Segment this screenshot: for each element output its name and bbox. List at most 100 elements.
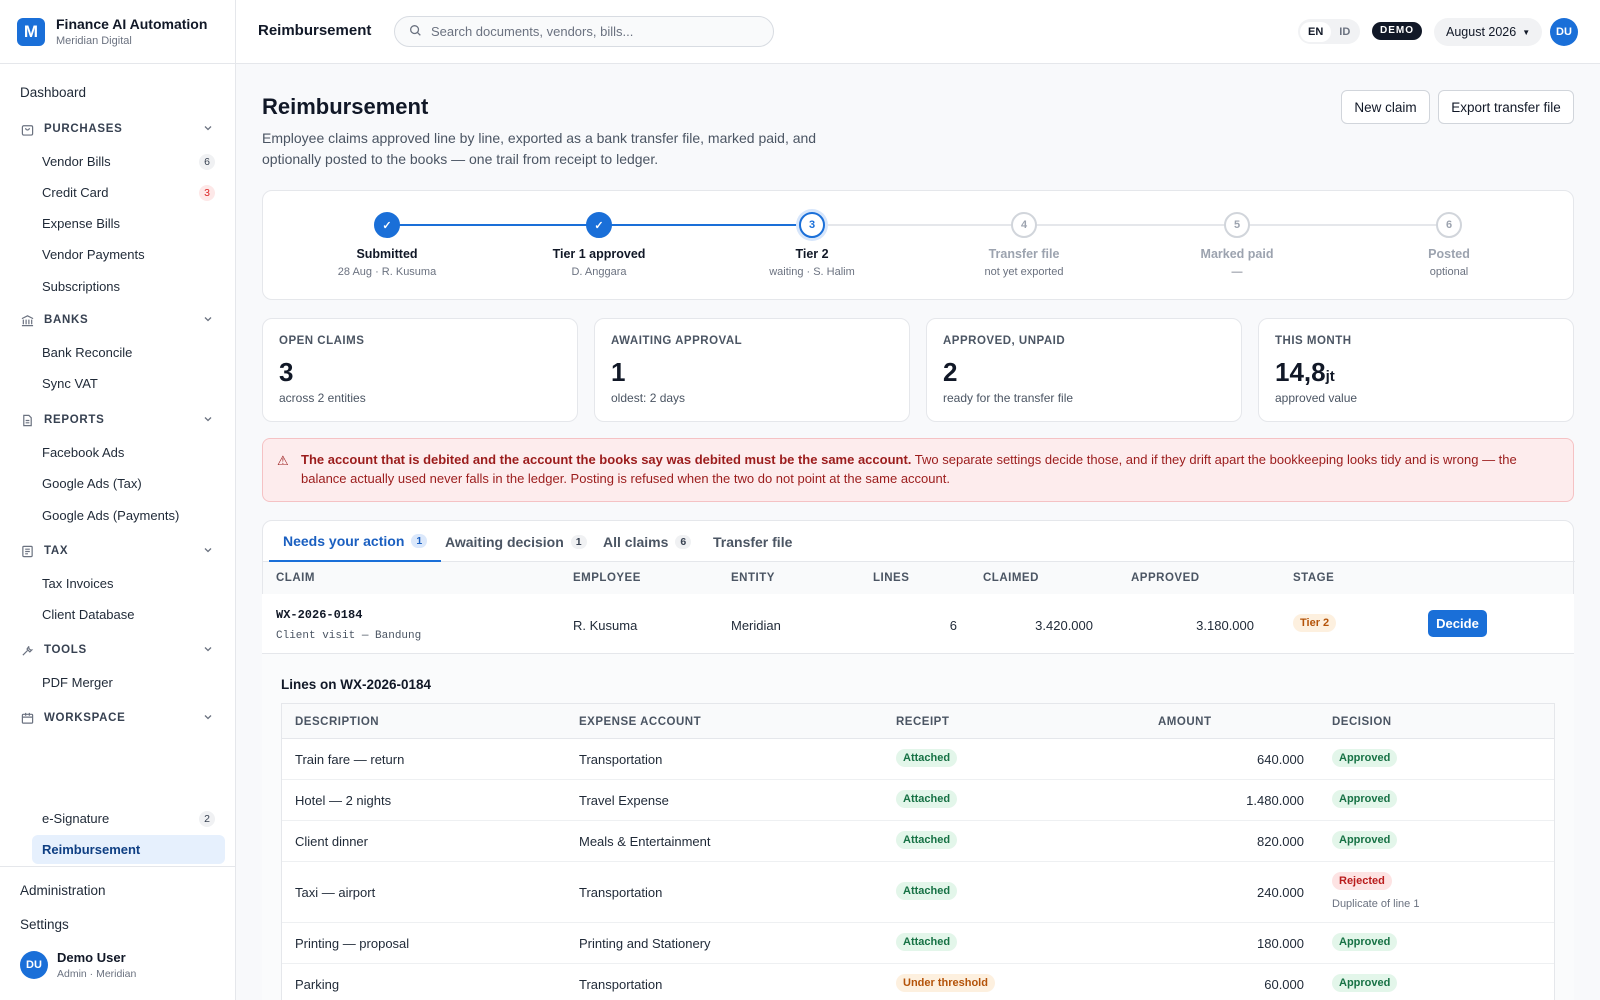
decision-note: Duplicate of line 1 [1332,898,1420,910]
line-desc: Client dinner [295,834,368,849]
sidebar-item-google-ads-tax[interactable]: Google Ads (Tax) [32,469,225,498]
kpi-sub: ready for the transfer file [943,391,1074,405]
sidebar-item-label: Google Ads (Payments) [42,508,180,523]
step-label: Posted [1428,247,1470,261]
nav-section-banks[interactable]: BANKS [20,313,213,327]
nav-settings[interactable]: Settings [20,917,69,932]
app-logo: M [17,17,45,46]
col-approved: APPROVED [1131,572,1200,584]
tab-needs-your-action[interactable]: Needs your action 1 [269,521,442,562]
step-sub: D. Anggara [571,266,627,278]
decision-badge[interactable]: Approved [1332,933,1398,951]
sidebar-item-facebook-ads[interactable]: Facebook Ads [32,438,225,467]
decision-badge[interactable]: Approved [1332,749,1398,767]
org-name: Meridian Digital [56,35,132,47]
sidebar-item-vendor-payments[interactable]: Vendor Payments [32,240,225,269]
user-role: Admin · Meridian [57,968,137,980]
sidebar-item-expense-bills[interactable]: Expense Bills [32,209,225,238]
receipt-badge: Attached [896,790,958,808]
sidebar-item-label: e-Signature [42,811,110,826]
col-receipt: RECEIPT [896,716,950,728]
sidebar-item-subscriptions[interactable]: Subscriptions [32,272,225,301]
col-claimed: CLAIMED [983,572,1039,584]
page-subtitle: Employee claims approved line by line, e… [262,130,817,167]
sidebar-item-bank-reconcile[interactable]: Bank Reconcile [32,338,225,367]
sidebar-item-sync-vat[interactable]: Sync VAT [32,369,225,398]
sidebar: M Finance AI Automation Meridian Digital… [0,0,236,1000]
nav-administration[interactable]: Administration [20,883,106,898]
nav-section-workspace[interactable]: WORKSPACE [20,711,213,725]
col-lines: LINES [873,572,910,584]
lang-id[interactable]: ID [1331,22,1358,42]
sidebar-item-google-ads-payments[interactable]: Google Ads (Payments) [32,501,225,530]
line-account: Transportation [579,752,663,767]
decision-badge[interactable]: Approved [1332,790,1398,808]
bag-icon [20,122,34,136]
kpi-label: THIS MONTH [1275,335,1352,347]
step-posted: 6 Posted optional [1359,212,1539,278]
sidebar-item-tax-invoices[interactable]: Tax Invoices [32,569,225,598]
kpi-sub: oldest: 2 days [611,391,686,405]
line-account: Meals & Entertainment [579,834,711,849]
decision-badge[interactable]: Rejected [1332,872,1392,890]
col-claim: CLAIM [276,572,315,584]
claim-lines: 6 [949,618,957,633]
chevron-down-icon [203,414,213,427]
sidebar-item-vendor-bills[interactable]: Vendor Bills 6 [32,147,225,176]
workspace-icon [20,711,34,725]
kpi-open-claims: OPEN CLAIMS 3 across 2 entities [262,318,578,422]
app-name: Finance AI Automation [56,16,208,32]
step-label: Submitted [356,247,418,261]
sidebar-item-client-database[interactable]: Client Database [32,600,225,629]
nav-section-label: PURCHASES [44,123,123,135]
kpi-value: 3 [279,357,294,387]
tab-awaiting-decision[interactable]: Awaiting decision 1 [445,521,587,562]
sidebar-item-reimbursement[interactable]: Reimbursement [32,835,225,864]
nav-section-tools[interactable]: TOOLS [20,643,213,657]
user-profile[interactable]: DU Demo User Admin · Meridian [20,950,136,980]
new-claim-button[interactable]: New claim [1341,90,1430,124]
nav-section-tax[interactable]: TAX [20,544,213,558]
col-entity: ENTITY [731,572,775,584]
sidebar-item-pdf-merger[interactable]: PDF Merger [32,668,225,697]
lang-en[interactable]: EN [1300,21,1332,42]
sidebar-item-credit-card[interactable]: Credit Card 3 [32,178,225,207]
tab-count: 1 [570,534,587,549]
nav-dashboard[interactable]: Dashboard [20,85,86,100]
line-desc: Parking [295,977,340,992]
tab-transfer-file[interactable]: Transfer file [713,521,792,562]
kpi-label: AWAITING APPROVAL [611,335,743,347]
sidebar-item-e-signature[interactable]: e-Signature 2 [32,804,225,833]
decision-badge[interactable]: Approved [1332,831,1398,849]
sidebar-item-label: Tax Invoices [42,576,114,591]
search-input[interactable] [431,24,751,39]
sidebar-item-label: Reimbursement [42,842,141,857]
col-expense-account: EXPENSE ACCOUNT [579,716,702,728]
chevron-down-icon [203,314,213,327]
search-box[interactable] [394,16,774,47]
avatar[interactable]: DU [1550,18,1578,46]
user-name: Demo User [57,950,126,965]
nav-section-reports[interactable]: REPORTS [20,413,213,427]
kpi-label: APPROVED, UNPAID [943,335,1066,347]
export-transfer-file-button[interactable]: Export transfer file [1438,90,1574,124]
step-label: Transfer file [988,247,1060,261]
decision-badge[interactable]: Approved [1332,974,1398,992]
nav-section-label: BANKS [44,314,89,326]
claim-entity: Meridian [731,618,781,633]
kpi-awaiting-approval: AWAITING APPROVAL 1 oldest: 2 days [594,318,910,422]
decide-button[interactable]: Decide [1428,610,1487,637]
col-amount: AMOUNT [1158,716,1212,728]
line-amount: 240.000 [1257,885,1304,900]
topbar-title: Reimbursement [258,22,372,39]
tab-all-claims[interactable]: All claims 6 [603,521,692,562]
period-selector[interactable]: August 2026 ▼ [1434,18,1543,46]
language-toggle[interactable]: EN ID [1298,19,1361,44]
sidebar-item-label: Google Ads (Tax) [42,476,142,491]
line-amount: 60.000 [1264,977,1304,992]
step-marked-paid: 5 Marked paid — [1147,212,1327,278]
line-desc: Taxi — airport [295,885,376,900]
nav-section-purchases[interactable]: PURCHASES [20,122,213,136]
step-sub: not yet exported [984,266,1064,278]
claim-id[interactable]: WX-2026-0184 [276,608,362,622]
